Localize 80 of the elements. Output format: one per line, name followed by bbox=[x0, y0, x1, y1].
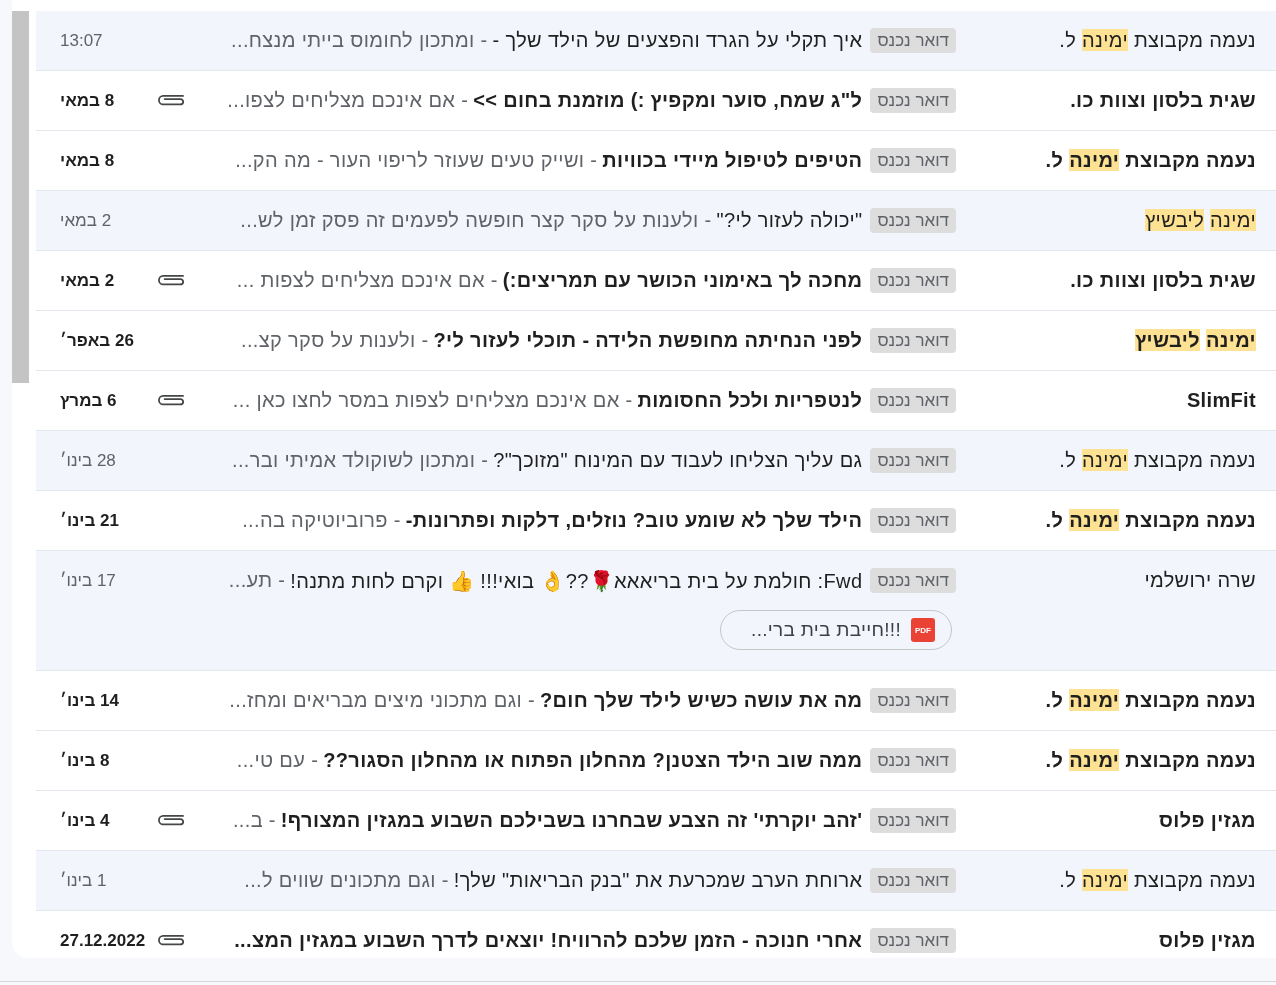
email-subject: ארוחת הערב שמכרעת את "בנק הבריאות" שלך! bbox=[453, 869, 863, 892]
email-snippet: - ב... bbox=[232, 809, 276, 832]
email-snippet: - עם טי... bbox=[236, 749, 319, 772]
email-date: 1 בינו׳ bbox=[60, 870, 108, 891]
email-date: 27.12.2022 bbox=[60, 930, 147, 951]
email-date: 8 בינו׳ bbox=[60, 750, 111, 771]
attachment-filename: !!!חייבת בית ברי... bbox=[751, 619, 901, 641]
email-date: 8 במאי bbox=[60, 150, 116, 171]
email-snippet: - ומתכון לשוקולד אמיתי ובר... bbox=[232, 449, 489, 472]
inbox-label[interactable]: דואר נכנס bbox=[870, 148, 956, 173]
inbox-label[interactable]: דואר נכנס bbox=[870, 808, 956, 833]
sender-name: ימינה ליבשיץ bbox=[1134, 329, 1256, 352]
email-date: 8 במאי bbox=[60, 90, 116, 111]
email-subject: הילד שלך לא שומע טוב? נוזלים, דלקות ופתרונות- bbox=[405, 509, 863, 532]
inbox-label[interactable]: דואר נכנס bbox=[870, 28, 956, 53]
email-date: 17 בינו׳ bbox=[60, 570, 117, 591]
email-subject: לפני הנחיתה מחופשת הלידה - תוכלי לעזור לי? bbox=[433, 329, 863, 352]
inbox-label[interactable]: דואר נכנס bbox=[870, 748, 956, 773]
email-snippet: - ולענות על סקר קצ... bbox=[241, 329, 429, 352]
sender-name: נעמה מקבוצת ימינה ל. bbox=[1044, 689, 1256, 712]
inbox-label[interactable]: דואר נכנס bbox=[870, 568, 956, 593]
email-subject: 'זהב יוקרתי' זה הצבע שבחרנו בשבילכם השבוע במגזין המצורף! bbox=[280, 809, 863, 832]
inbox-label[interactable]: דואר נכנס bbox=[870, 868, 956, 893]
email-row[interactable]: נעמה מקבוצת ימינה ל. דואר נכנס ארוחת הערב שמכרעת את "בנק הבריאות" שלך! - וגם מתכונים שווים ל... 1 בינו׳ bbox=[36, 851, 1276, 911]
email-date: 26 באפר׳ bbox=[60, 330, 135, 351]
sender-name: נעמה מקבוצת ימינה ל. bbox=[1044, 509, 1256, 532]
email-date: 13:07 bbox=[60, 30, 104, 51]
inbox-label[interactable]: דואר נכנס bbox=[870, 208, 956, 233]
email-row[interactable]: נעמה מקבוצת ימינה ל. דואר נכנס גם עליך הצליחו לעבוד עם המינוח "מזוכך"? - ומתכון לשוקולד אמיתי ובר... 28 בינו׳ bbox=[36, 431, 1276, 491]
file-type-badge: PDF bbox=[911, 618, 935, 642]
sender-name: נעמה מקבוצת ימינה ל. bbox=[1044, 149, 1256, 172]
sender-name: ימינה ליבשיץ bbox=[1144, 209, 1256, 232]
sender-name: SlimFit bbox=[1185, 389, 1256, 412]
sender-name: שגית בלסון וצוות כו. bbox=[1069, 89, 1256, 112]
sender-name: שרה ירושלמי bbox=[1143, 569, 1256, 592]
inbox-label[interactable]: דואר נכנס bbox=[870, 388, 956, 413]
inbox-label[interactable]: דואר נכנס bbox=[870, 88, 956, 113]
email-date: 2 במאי bbox=[60, 270, 116, 291]
email-snippet: - וגם מתכוני מיצים מבריאים ומחז... bbox=[229, 689, 536, 712]
email-snippet: - פרוביוטיקה בה... bbox=[242, 509, 401, 532]
email-date: 6 במרץ bbox=[60, 390, 118, 411]
email-subject: לנטפריות ולכל החסומות bbox=[637, 389, 863, 412]
email-subject: הטיפים לטיפול מיידי בכוויות bbox=[602, 149, 863, 172]
email-date: 28 בינו׳ bbox=[60, 450, 117, 471]
email-subject: מה את עושה כשיש לילד שלך חום? bbox=[540, 689, 863, 712]
email-snippet: - ושייק טעים שעוזר לריפוי העור - מה הק... bbox=[235, 149, 598, 172]
email-subject: ממה שוב הילד הצטנן? מהחלון הפתוח או מהחלון הסגור?? bbox=[323, 749, 863, 772]
email-subject: "יכולה לעזור לי?" bbox=[716, 209, 863, 232]
email-date: 2 במאי bbox=[60, 210, 113, 231]
email-date: 21 בינו׳ bbox=[60, 510, 120, 531]
email-subject: מחכה לך באימוני הכושר עם תמריצים:) bbox=[502, 269, 863, 292]
email-snippet: - אם אינכם מצליחים לצפות ... bbox=[236, 269, 498, 292]
email-snippet: - אם אינכם מצליחים לצפות במסר לחצו כאן ... bbox=[232, 389, 633, 412]
inbox-label[interactable]: דואר נכנס bbox=[870, 328, 956, 353]
email-subject: גם עליך הצליחו לעבוד עם המינוח "מזוכך"? bbox=[493, 449, 863, 472]
sender-name: מגזין פלוס bbox=[1157, 929, 1256, 952]
sender-name: מגזין פלוס bbox=[1157, 809, 1256, 832]
email-subject: אחרי חנוכה - הזמן שלכם להרוויח! יוצאים לדרך השבוע במגזין המצ... bbox=[234, 929, 863, 952]
email-date: 4 בינו׳ bbox=[60, 810, 111, 831]
sender-name: נעמה מקבוצת ימינה ל. bbox=[1058, 449, 1256, 472]
sender-name: נעמה מקבוצת ימינה ל. bbox=[1044, 749, 1256, 772]
scrollbar-thumb[interactable] bbox=[12, 11, 29, 383]
email-row[interactable]: ימינה ליבשיץ דואר נכנס "יכולה לעזור לי?" - ולענות על סקר קצר חופשה לפעמים זה פסק זמן לש... 2 במאי bbox=[36, 191, 1276, 251]
inbox-label[interactable]: דואר נכנס bbox=[870, 268, 956, 293]
email-subject: ל"ג שמח, סוער ומקפיץ :) מוזמנת בחום >> bbox=[473, 89, 863, 112]
sender-name: נעמה מקבוצת ימינה ל. bbox=[1058, 869, 1256, 892]
sender-name: שגית בלסון וצוות כו. bbox=[1069, 269, 1256, 292]
inbox-label[interactable]: דואר נכנס bbox=[870, 448, 956, 473]
email-subject: Fwd: חולמת על בית בריאאא🌹??👌 בואי!!! 👍 וקרם לחות מתנה! bbox=[290, 568, 863, 593]
email-subject: איך תקלי על הגרד והפצעים של הילד שלך - bbox=[492, 29, 863, 52]
inbox-label[interactable]: דואר נכנס bbox=[870, 508, 956, 533]
inbox-label[interactable]: דואר נכנס bbox=[870, 688, 956, 713]
email-snippet: - אם אינכם מצליחים לצפו... bbox=[227, 89, 469, 112]
email-date: 14 בינו׳ bbox=[60, 690, 120, 711]
email-snippet: - ולענות על סקר קצר חופשה לפעמים זה פסק זמן לש... bbox=[240, 209, 712, 232]
email-snippet: - וגם מתכונים שווים ל... bbox=[244, 869, 449, 892]
email-snippet: - תע... bbox=[228, 568, 286, 593]
inbox-label[interactable]: דואר נכנס bbox=[870, 928, 956, 953]
sender-name: נעמה מקבוצת ימינה ל. bbox=[1058, 29, 1256, 52]
email-snippet: - ומתכון לחומוס בייתי מנצח... bbox=[231, 29, 488, 52]
